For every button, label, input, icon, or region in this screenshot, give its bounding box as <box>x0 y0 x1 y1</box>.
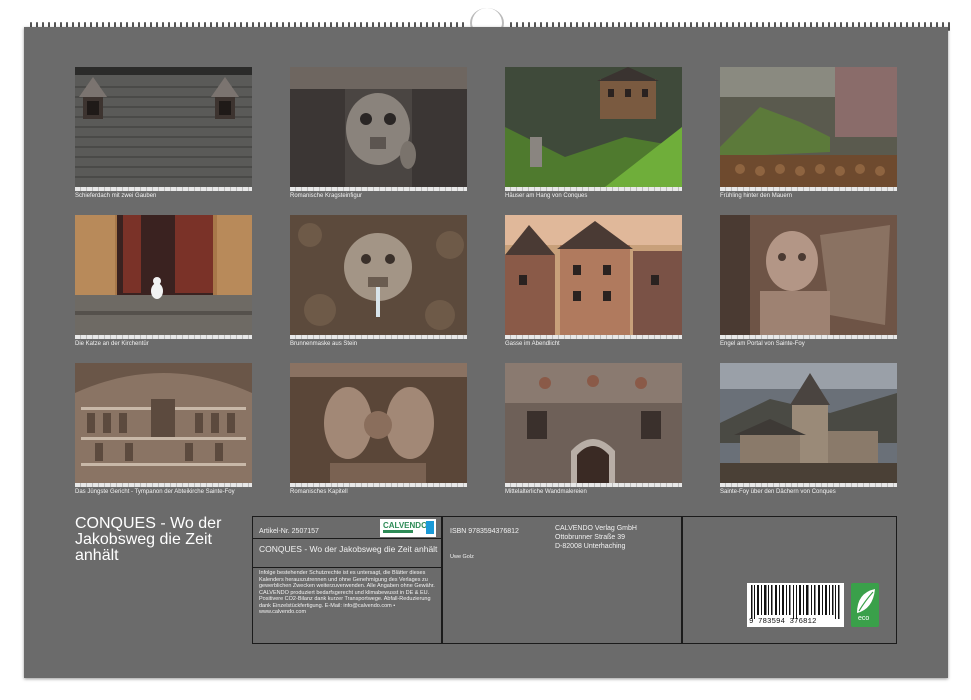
cat-at-door-image <box>75 215 252 335</box>
barcode-icon: 9 783594 376812 <box>747 583 844 627</box>
stone-fountain-mask-image <box>290 215 467 335</box>
angel-sculpture-image <box>720 215 897 335</box>
logo-underline <box>383 530 413 533</box>
photo-caption: Das Jüngste Gericht - Tympanon der Abtei… <box>75 489 235 495</box>
spring-garden-image <box>720 67 897 187</box>
photo-caption: Romanisches Kapitell <box>290 489 348 495</box>
calendar-strip <box>505 483 682 487</box>
binding-ring <box>948 22 950 31</box>
photo-caption: Häuser am Hang von Conques <box>505 193 588 199</box>
wall-paintings-image <box>505 363 682 483</box>
photo-caption: Schieferdach mit zwei Gauben <box>75 193 157 199</box>
calendar-title: CONQUES - Wo der Jakobsweg die Zeit anhä… <box>75 515 222 564</box>
hillside-houses-image <box>505 67 682 187</box>
photo-caption: Frühling hinter den Mauern <box>720 193 793 199</box>
legal-notice: Infolge bestehender Schutzrechte ist es … <box>259 570 435 615</box>
calvendo-logo: CALVENDO <box>380 519 436 537</box>
eco-leaf-icon: eco <box>851 583 879 627</box>
barcode-number: 9 783594 376812 <box>749 618 817 626</box>
logo-flag-icon <box>426 521 434 534</box>
slate-roof-image <box>75 67 252 187</box>
publisher-line: D-82008 Unterhaching <box>555 543 626 550</box>
imprint-box: Artikel-Nr. 2507157 CALVENDO CONQUES - W… <box>252 516 897 644</box>
calendar-strip <box>75 483 252 487</box>
calendar-strip <box>505 187 682 191</box>
calendar-back-page: Schieferdach mit zwei Gauben Romanische … <box>24 27 948 678</box>
eco-text: eco <box>858 615 870 622</box>
abbey-church-image <box>720 363 897 483</box>
stone-corbel-face-image <box>290 67 467 187</box>
calendar-strip <box>720 187 897 191</box>
photo-caption: Engel am Portal von Sainte-Foy <box>720 341 805 347</box>
publisher-line: Ottobrunner Straße 39 <box>555 534 626 541</box>
calendar-strip <box>290 483 467 487</box>
author: Uwe Golz <box>450 554 474 560</box>
photo-caption: Gasse im Abendlicht <box>505 341 560 347</box>
divider <box>441 517 443 643</box>
calendar-strip <box>290 335 467 339</box>
photo-caption: Romanische Kragsteinfigur <box>290 193 363 199</box>
photo-caption: Brunnenmaske aus Stein <box>290 341 358 347</box>
calendar-strip <box>505 335 682 339</box>
publisher-line: CALVENDO Verlag GmbH <box>555 525 637 532</box>
logo-text: CALVENDO <box>383 521 428 530</box>
capital-birds-image <box>290 363 467 483</box>
subtitle: CONQUES - Wo der Jakobsweg die Zeit anhä… <box>259 544 438 554</box>
calendar-strip <box>290 187 467 191</box>
calendar-strip <box>720 483 897 487</box>
photo-caption: Die Katze an der Kirchentür <box>75 341 149 347</box>
calendar-strip <box>75 187 252 191</box>
calendar-strip <box>75 335 252 339</box>
evening-alley-image <box>505 215 682 335</box>
tympanum-image <box>75 363 252 483</box>
photo-caption: Sainte-Foy über den Dächern von Conques <box>720 489 836 495</box>
divider <box>681 517 683 643</box>
calendar-binding <box>0 0 971 38</box>
article-number: Artikel-Nr. 2507157 <box>259 528 319 535</box>
divider <box>253 538 441 539</box>
photo-caption: Mittelalterliche Wandmalereien <box>505 489 587 495</box>
isbn: ISBN 9783594376812 <box>450 528 519 535</box>
divider <box>253 567 441 568</box>
calendar-strip <box>720 335 897 339</box>
